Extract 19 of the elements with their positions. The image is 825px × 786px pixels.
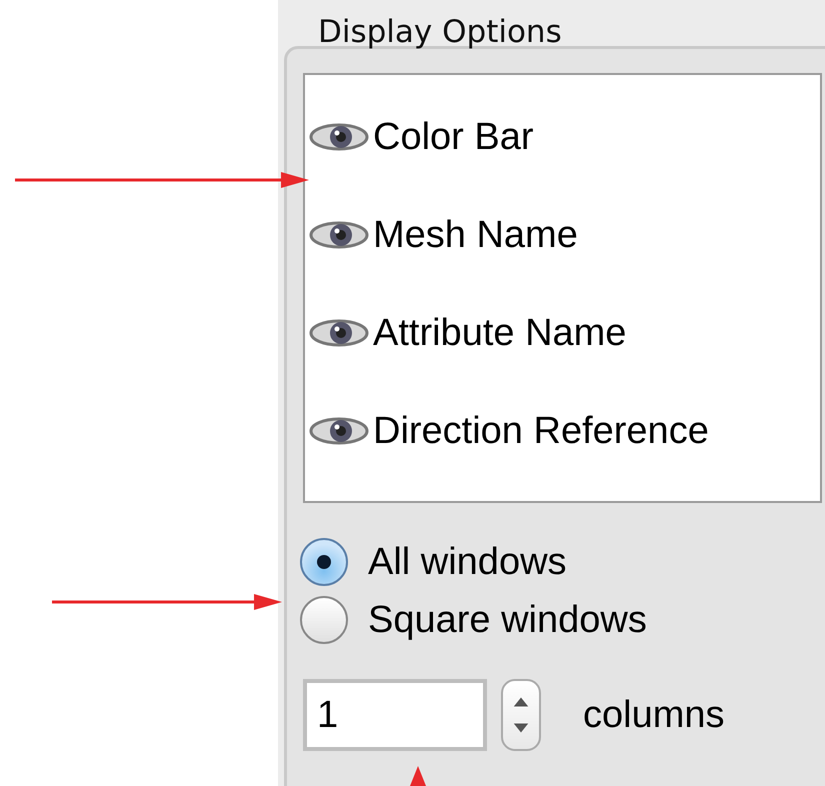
panel-title: Display Options <box>318 13 563 52</box>
radio-option[interactable]: Square windows <box>300 591 825 649</box>
eye-icon[interactable] <box>309 122 369 152</box>
radio-button[interactable] <box>300 538 348 586</box>
list-item[interactable]: Color Bar <box>305 88 820 186</box>
radio-button[interactable] <box>300 596 348 644</box>
eye-icon[interactable] <box>309 318 369 348</box>
radio-option[interactable]: All windows <box>300 533 825 591</box>
list-item[interactable]: Attribute Name <box>305 284 820 382</box>
columns-label: columns <box>583 694 724 736</box>
annotation-arrow <box>410 766 426 786</box>
eye-icon[interactable] <box>309 416 369 446</box>
down-arrow-icon[interactable] <box>512 722 530 734</box>
columns-field[interactable]: 1 <box>303 679 487 751</box>
stepper[interactable] <box>501 679 541 751</box>
list-item[interactable]: Mesh Name <box>305 186 820 284</box>
up-arrow-icon[interactable] <box>512 696 530 708</box>
list-item[interactable]: Direction Reference <box>305 382 820 480</box>
eye-icon[interactable] <box>309 220 369 250</box>
